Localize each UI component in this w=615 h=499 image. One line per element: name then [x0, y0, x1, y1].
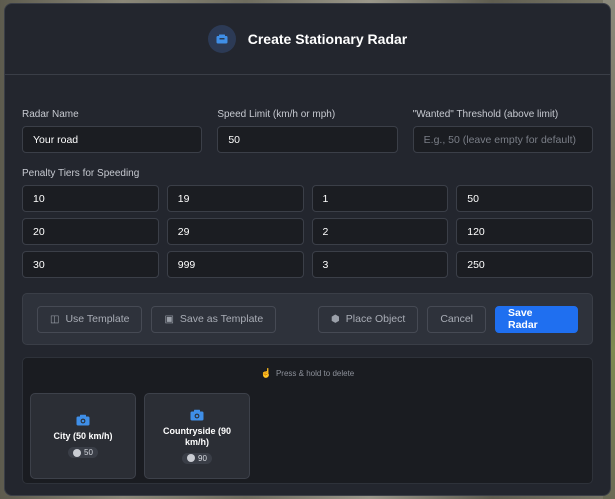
template-name: Countryside (90 km/h) [162, 425, 231, 447]
delete-hint: ☝ Press & hold to delete [30, 368, 585, 379]
radar-camera-icon [207, 25, 236, 53]
tier-cell[interactable]: 2 [311, 218, 449, 245]
modal-title: Create Stationary Radar [247, 31, 408, 47]
wanted-threshold-input[interactable]: E.g., 50 (leave empty for default) [412, 126, 593, 153]
speed-limit-badge: 50 [68, 447, 98, 458]
save-as-template-label: Save as Template [179, 313, 264, 325]
wanted-threshold-label: "Wanted" Threshold (above limit) [412, 109, 559, 120]
tier-cell[interactable]: 20 [22, 218, 159, 245]
tier-cell[interactable]: 10 [22, 185, 159, 212]
template-limit: 90 [198, 453, 207, 463]
penalty-tiers-label: Penalty Tiers for Speeding [22, 168, 140, 179]
template-limit: 50 [84, 448, 93, 457]
tier-cell[interactable]: 999 [166, 251, 304, 278]
radar-name-label: Radar Name [22, 109, 79, 120]
speedometer-icon [187, 454, 196, 462]
tier-cell[interactable]: 50 [456, 185, 593, 212]
speedometer-icon [73, 448, 82, 457]
template-name: City (50 km/h) [53, 431, 113, 441]
speed-limit-field: Speed Limit (km/h or mph) 50 [217, 109, 398, 153]
tier-cell[interactable]: 30 [22, 251, 159, 278]
use-template-button[interactable]: ◫ Use Template [37, 305, 143, 333]
speed-limit-label: Speed Limit (km/h or mph) [217, 109, 336, 120]
template-card-countryside[interactable]: Countryside (90 km/h) 90 [144, 393, 250, 479]
wanted-threshold-field: "Wanted" Threshold (above limit) E.g., 5… [412, 109, 593, 153]
cancel-button[interactable]: Cancel [427, 305, 486, 333]
modal-header: Create Stationary Radar [5, 4, 610, 75]
use-template-label: Use Template [65, 313, 130, 325]
camera-icon [76, 414, 90, 426]
place-object-label: Place Object [345, 313, 406, 325]
speed-limit-input[interactable]: 50 [217, 126, 398, 153]
action-bar: ◫ Use Template ▣ Save as Template ⬢ Plac… [22, 293, 593, 345]
save-as-template-button[interactable]: ▣ Save as Template [151, 305, 277, 333]
tier-cell[interactable]: 120 [456, 218, 593, 245]
template-card-city[interactable]: City (50 km/h) 50 [30, 393, 136, 479]
speed-limit-badge: 90 [182, 452, 212, 464]
cube-icon: ⬢ [331, 313, 340, 325]
place-object-button[interactable]: ⬢ Place Object [318, 305, 419, 333]
radar-name-input[interactable]: Your road [22, 126, 203, 153]
tier-cell[interactable]: 1 [311, 185, 449, 212]
copy-icon: ◫ [50, 313, 60, 325]
floppy-disk-icon: ▣ [164, 313, 174, 325]
penalty-tiers-grid: 10 19 1 50 20 29 2 120 30 999 3 250 [22, 185, 593, 278]
tier-cell[interactable]: 250 [456, 251, 593, 278]
delete-hint-text: Press & hold to delete [275, 369, 355, 378]
camera-icon [190, 409, 204, 420]
create-radar-modal: Create Stationary Radar Radar Name Your … [4, 3, 611, 496]
tier-cell[interactable]: 3 [311, 251, 449, 278]
save-radar-button[interactable]: Save Radar [495, 305, 578, 333]
template-list: ☝ Press & hold to delete City (50 km/h) … [22, 357, 593, 484]
radar-name-field: Radar Name Your road [22, 109, 203, 153]
pointer-hand-icon: ☝ [260, 368, 272, 378]
tier-cell[interactable]: 29 [166, 218, 304, 245]
tier-cell[interactable]: 19 [166, 185, 304, 212]
